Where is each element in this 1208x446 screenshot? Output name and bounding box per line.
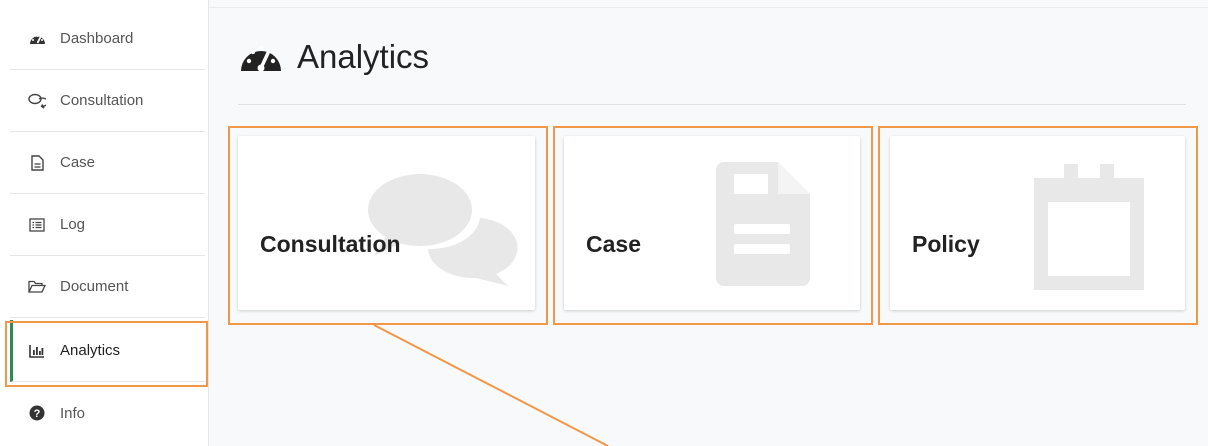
card-label: Case [586, 231, 641, 257]
sidebar-item-label: Info [60, 404, 86, 422]
sidebar-item-label: Case [60, 154, 96, 171]
tachometer-icon [239, 39, 283, 75]
sidebar-item-label: Document [60, 278, 129, 295]
file-text-icon [716, 162, 810, 291]
sidebar-item-dashboard[interactable]: Dashboard [10, 8, 205, 70]
consultation-card[interactable]: Consultation [238, 136, 535, 310]
question-circle-icon: ? [28, 404, 46, 422]
sidebar-item-label: Dashboard [60, 30, 134, 47]
bar-chart-icon [28, 342, 46, 360]
sidebar-item-log[interactable]: Log [10, 194, 205, 256]
sidebar-item-label: Consultation [60, 92, 144, 109]
folder-open-icon [28, 278, 46, 296]
sidebar-item-info[interactable]: ? Info [10, 382, 205, 444]
calendar-icon [1034, 164, 1144, 295]
file-icon [28, 154, 46, 172]
main-content: Analytics Consultation Case Policy [209, 0, 1208, 446]
svg-text:?: ? [34, 408, 41, 420]
tachometer-icon [28, 30, 46, 48]
sidebar-item-label: Log [60, 216, 86, 233]
top-bar [209, 0, 1208, 8]
card-label: Consultation [260, 231, 401, 257]
sidebar-item-case[interactable]: Case [10, 132, 205, 194]
comments-icon [28, 92, 46, 110]
sidebar-item-label: Analytics [60, 342, 121, 359]
card-label: Policy [912, 231, 980, 257]
list-icon [28, 216, 46, 234]
sidebar-item-analytics[interactable]: Analytics [10, 320, 205, 382]
sidebar-item-document[interactable]: Document [10, 256, 205, 318]
case-card[interactable]: Case [564, 136, 860, 310]
sidebar: Dashboard Consultation Case Log Document… [0, 0, 209, 446]
sidebar-item-consultation[interactable]: Consultation [10, 70, 205, 132]
policy-card[interactable]: Policy [890, 136, 1185, 310]
title-divider [238, 104, 1186, 105]
page-title: Analytics [239, 38, 429, 76]
page-title-text: Analytics [297, 38, 430, 75]
